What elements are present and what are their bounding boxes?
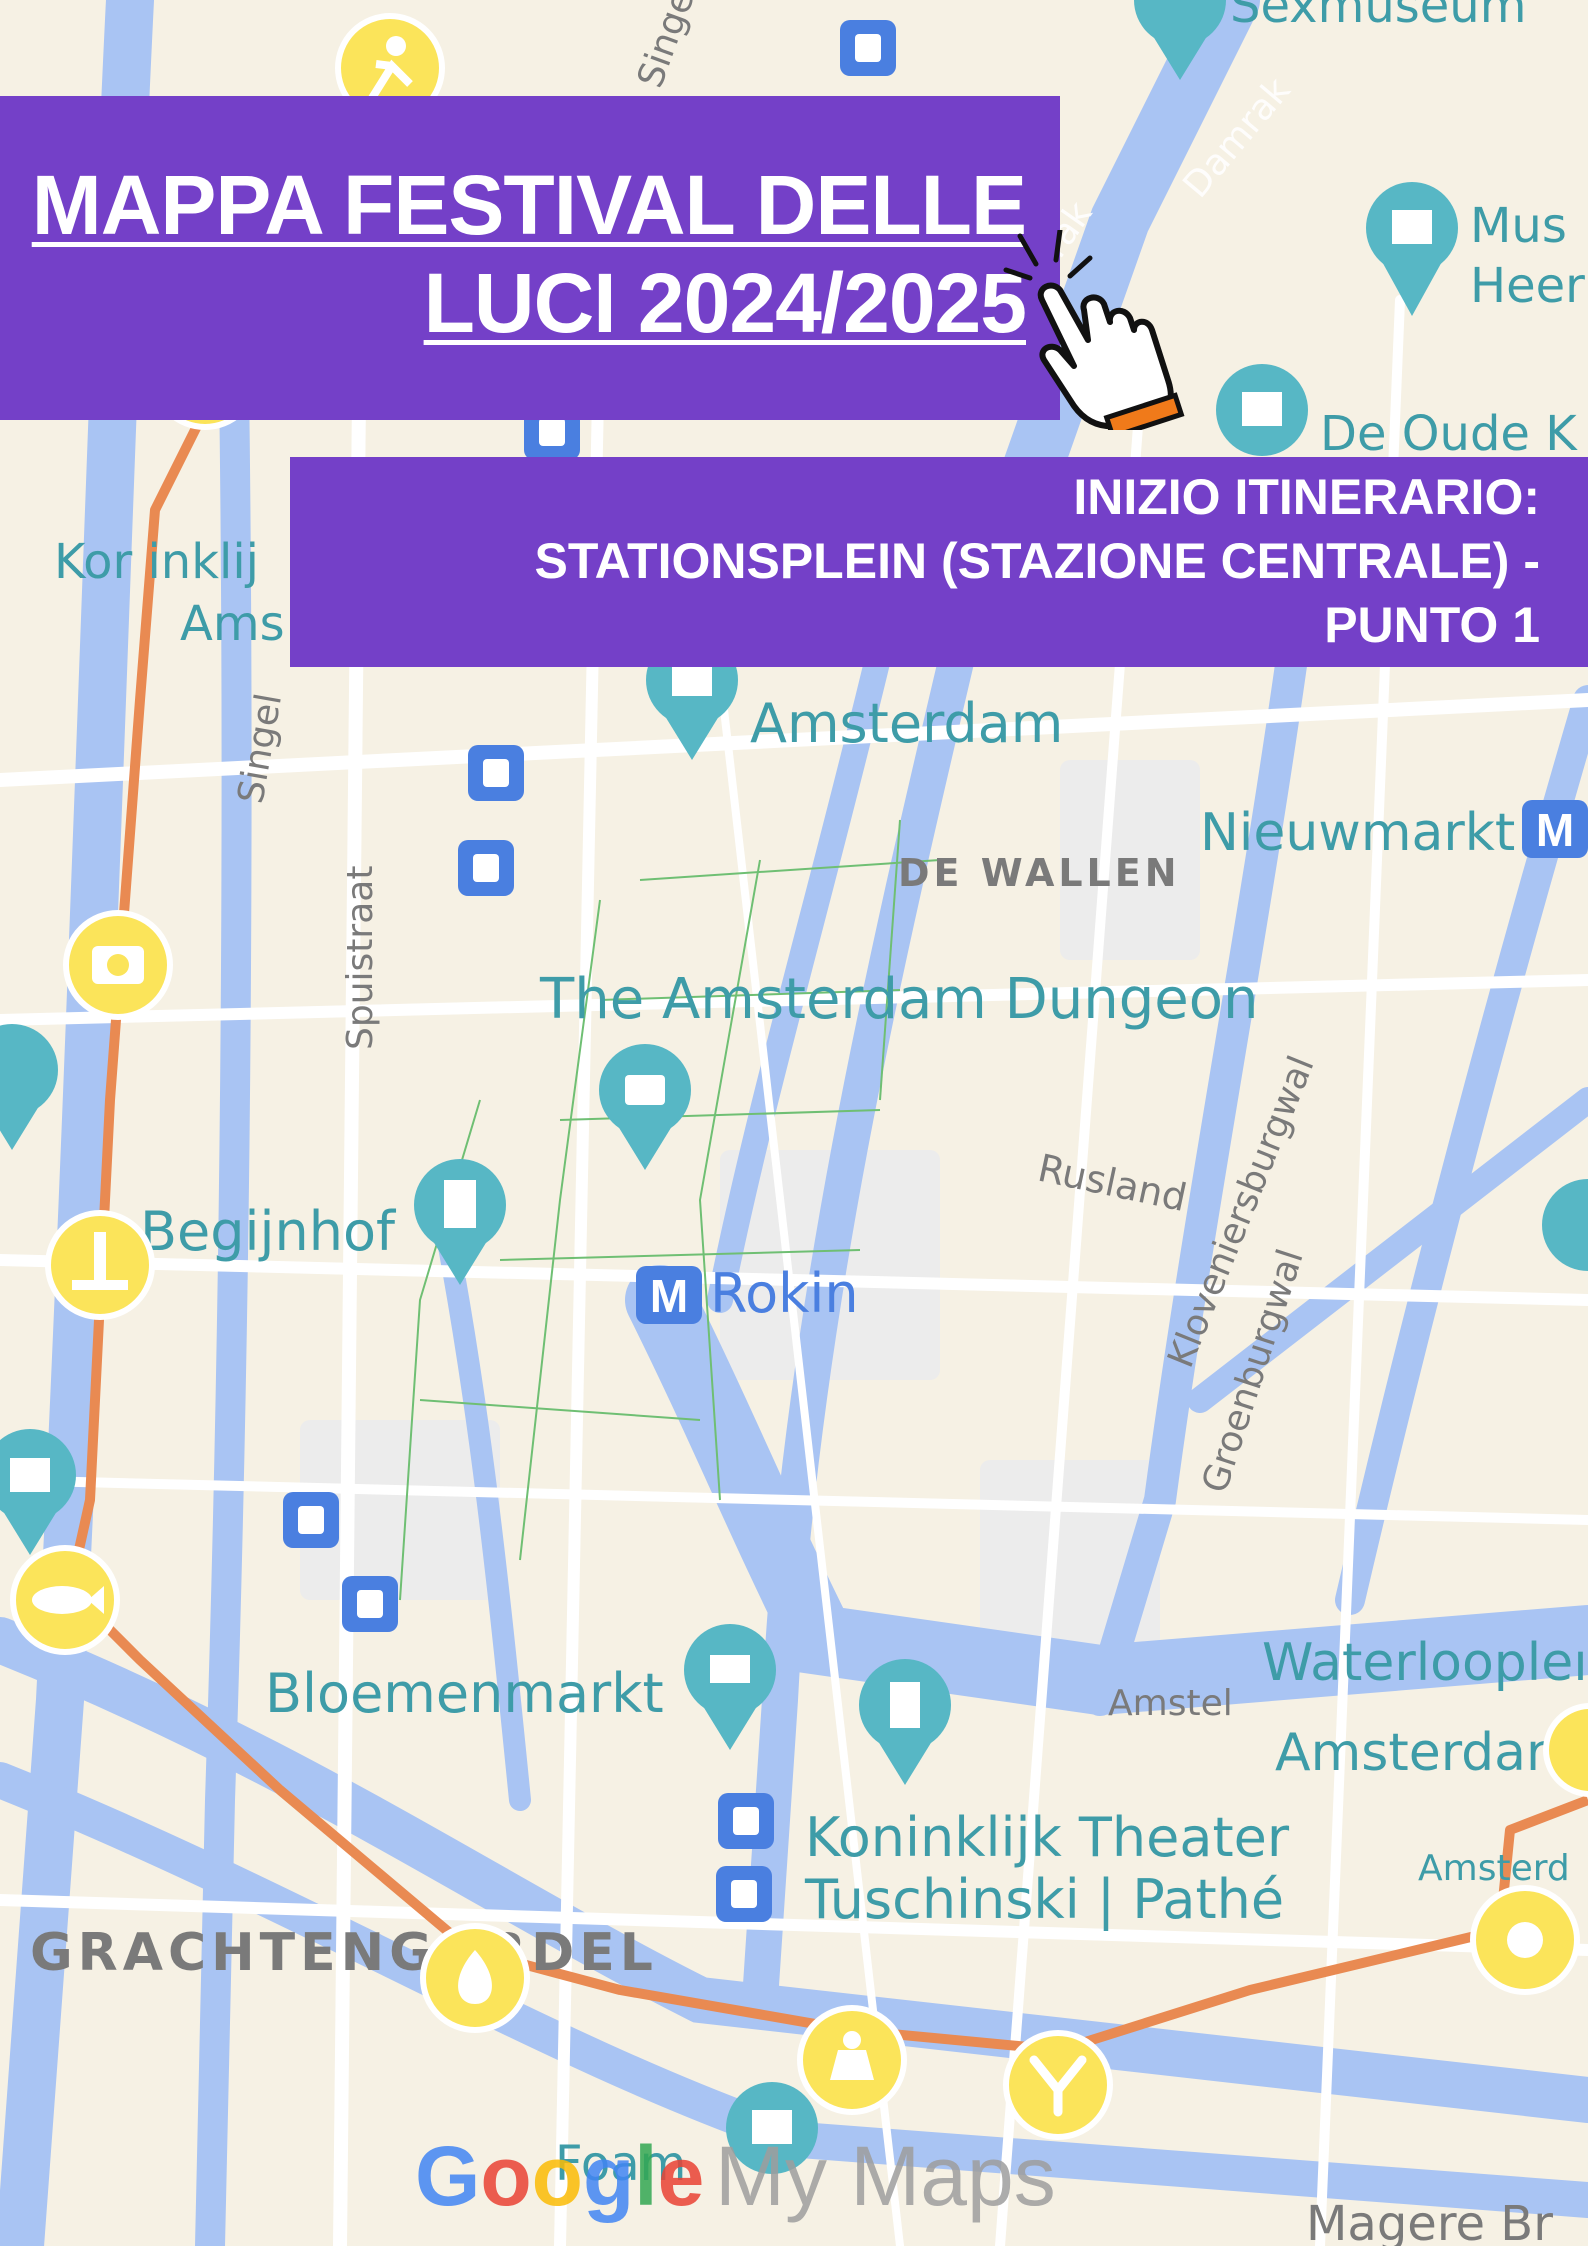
svg-text:M: M: [1536, 804, 1574, 856]
amstel-label-2: Amsterd: [1418, 1848, 1570, 1889]
tram-icon[interactable]: [718, 1793, 774, 1849]
tram-icon[interactable]: [840, 20, 896, 76]
begijnhof-label: Begijnhof: [140, 1200, 397, 1263]
fish-icon[interactable]: [10, 1545, 120, 1655]
tram-icon[interactable]: [716, 1866, 772, 1922]
metro-icon[interactable]: M: [636, 1266, 702, 1324]
title-banner: MAPPA FESTIVAL DELLE LUCI 2024/2025: [0, 96, 1060, 420]
sun-icon[interactable]: [1470, 1885, 1580, 1995]
bench-icon[interactable]: [45, 1210, 155, 1320]
museum-icon[interactable]: [1216, 364, 1308, 456]
fire-icon[interactable]: [420, 1923, 530, 2033]
tram-icon[interactable]: [458, 840, 514, 896]
svg-text:M: M: [650, 1270, 688, 1322]
de-wallen-label: DE WALLEN: [898, 851, 1181, 895]
waterlooplein-label-2: Amsterdar: [1275, 1723, 1548, 1783]
page-title-line-2[interactable]: LUCI 2024/2025: [24, 254, 1027, 352]
bloemenmarkt-label: Bloemenmarkt: [265, 1662, 664, 1725]
rokin-label: Rokin: [710, 1262, 859, 1325]
tram-icon[interactable]: [468, 745, 524, 801]
pointing-hand-icon: [1003, 230, 1185, 430]
tram-icon[interactable]: [342, 1576, 398, 1632]
sexmuseum-label: Sexmuseum: [1230, 0, 1526, 34]
itinerary-start-label: INIZIO ITINERARIO:: [1073, 469, 1540, 525]
koninklijk-paleis-label-2: Ams: [180, 596, 285, 652]
goblet-icon[interactable]: [1003, 2030, 1113, 2140]
koninklijk-paleis-label: Kor inklij: [54, 534, 259, 590]
museum-heen-label: Mus: [1470, 198, 1567, 254]
tuschinski-label-1: Koninklijk Theater: [805, 1806, 1290, 1869]
google-my-maps-logo: Google My Maps: [415, 2129, 1056, 2223]
grachtengordel-label: GRACHTENGORDEL: [30, 1923, 658, 1983]
waterlooplein-label: Waterloopleı: [1262, 1633, 1588, 1693]
my-maps-label: My Maps: [715, 2129, 1056, 2223]
itinerary-start-banner: INIZIO ITINERARIO: STATIONSPLEIN (STAZIO…: [290, 457, 1588, 667]
magere-brug-label: Magere Br: [1306, 2196, 1553, 2246]
tuschinski-label-2: Tuschinski | Pathé: [804, 1868, 1284, 1931]
lamp-icon[interactable]: [797, 2005, 907, 2115]
svg-text:Google: Google: [415, 2129, 704, 2223]
madame-tussauds-label: Amsterdam: [750, 692, 1063, 755]
tram-icon[interactable]: [283, 1492, 339, 1548]
nieuwmarkt-label: Nieuwmarkt: [1200, 803, 1515, 863]
metro-icon[interactable]: M: [1522, 800, 1588, 858]
amstel-label: Amstel: [1108, 1683, 1233, 1724]
itinerary-start-point: PUNTO 1: [1324, 597, 1540, 653]
itinerary-start-location: STATIONSPLEIN (STAZIONE CENTRALE) -: [534, 533, 1540, 589]
de-oude-kerk-label: De Oude K: [1320, 406, 1578, 462]
amsterdam-dungeon-label: The Amsterdam Dungeon: [539, 967, 1259, 1032]
museum-heen-label-2: Heer: [1470, 258, 1585, 314]
page-title-line-1: MAPPA FESTIVAL DELLE: [31, 158, 1027, 252]
camera-icon[interactable]: [63, 910, 173, 1020]
spuistraat-label: Spuistraat: [340, 866, 381, 1050]
